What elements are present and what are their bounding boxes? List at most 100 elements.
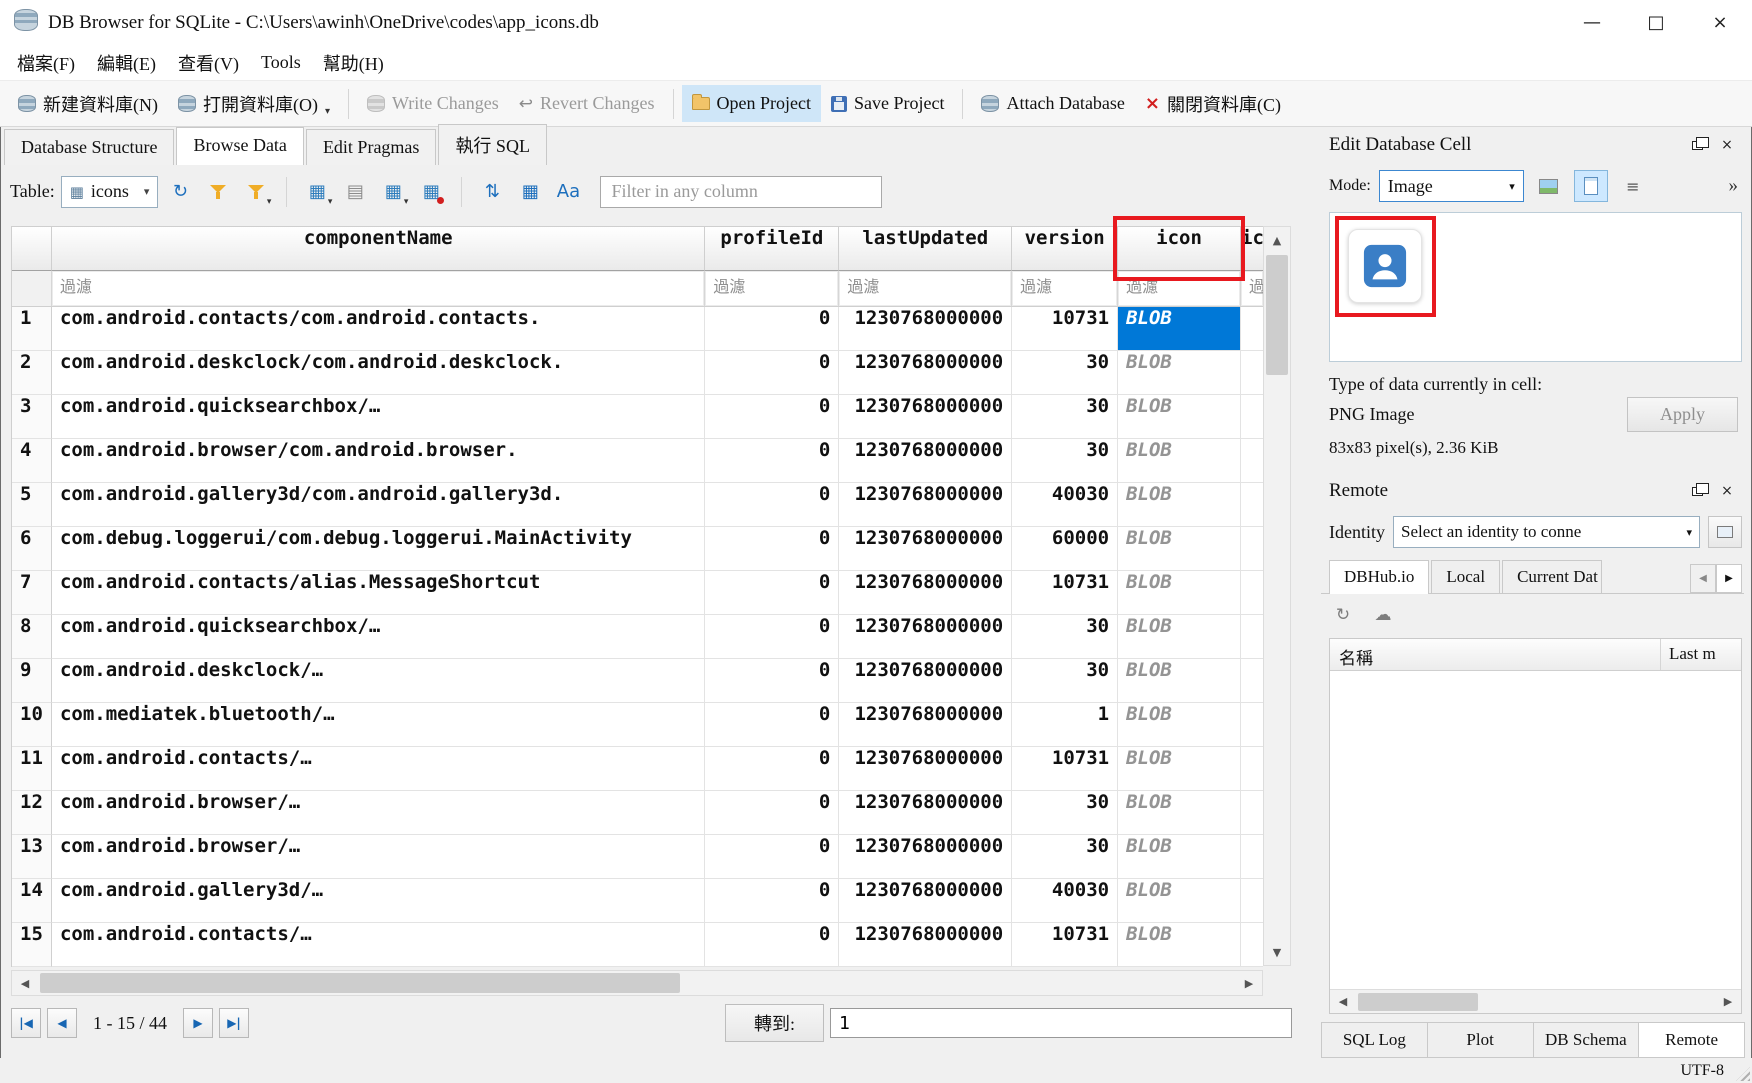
cell-icon-blob[interactable]: BLOB [1118, 307, 1241, 351]
cell-partial[interactable] [1241, 615, 1263, 659]
grid-vertical-scrollbar[interactable]: ▲ ▼ [1263, 226, 1291, 966]
cell-version[interactable]: 30 [1012, 659, 1118, 703]
cell-lastupdated[interactable]: 1230768000000 [839, 351, 1012, 395]
column-header-version[interactable]: version [1012, 227, 1118, 271]
close-button[interactable]: × [1688, 0, 1752, 45]
row-number-cell[interactable]: 11 [12, 747, 52, 791]
undock-panel-button[interactable] [1682, 478, 1712, 504]
identity-select[interactable]: Select an identity to conne ▾ [1393, 516, 1700, 548]
cell-icon-blob[interactable]: BLOB [1118, 571, 1241, 615]
print-button[interactable]: ▤ [339, 177, 371, 207]
cell-icon-blob[interactable]: BLOB [1118, 879, 1241, 923]
cell-icon-blob[interactable]: BLOB [1118, 835, 1241, 879]
cell-version[interactable]: 30 [1012, 835, 1118, 879]
remote-tab-local[interactable]: Local [1431, 560, 1500, 593]
maximize-button[interactable]: □ [1624, 0, 1688, 45]
cell-icon-blob[interactable]: BLOB [1118, 483, 1241, 527]
scroll-left-icon[interactable]: ◀ [12, 970, 38, 996]
cell-version[interactable]: 40030 [1012, 483, 1118, 527]
insert-record-button[interactable]: ▦ ▾ [301, 177, 333, 207]
cell-componentname[interactable]: com.mediatek.bluetooth/… [52, 703, 705, 747]
tab-database-structure[interactable]: Database Structure [4, 129, 174, 165]
cell-partial[interactable] [1241, 879, 1263, 923]
tab-scroll-left-button[interactable]: ◀ [1690, 564, 1716, 593]
table-select[interactable]: ▦ icons ▾ [61, 176, 159, 208]
cell-profileid[interactable]: 0 [705, 571, 839, 615]
cell-version[interactable]: 30 [1012, 351, 1118, 395]
undock-panel-button[interactable] [1682, 132, 1712, 158]
cell-lastupdated[interactable]: 1230768000000 [839, 879, 1012, 923]
filter-input-componentname[interactable]: 過濾 [52, 271, 705, 307]
row-number-cell[interactable]: 6 [12, 527, 52, 571]
filter-input-version[interactable]: 過濾 [1012, 271, 1118, 307]
close-panel-button[interactable]: × [1712, 478, 1742, 504]
row-number-cell[interactable]: 7 [12, 571, 52, 615]
cell-lastupdated[interactable]: 1230768000000 [839, 527, 1012, 571]
scroll-up-icon[interactable]: ▲ [1264, 227, 1290, 253]
cell-lastupdated[interactable]: 1230768000000 [839, 923, 1012, 967]
close-database-button[interactable]: × 關閉資料庫(C) [1135, 83, 1291, 125]
row-number-cell[interactable]: 5 [12, 483, 52, 527]
import-identity-button[interactable] [1708, 516, 1742, 548]
cell-componentname[interactable]: com.android.deskclock/com.android.deskcl… [52, 351, 705, 395]
cell-icon-blob[interactable]: BLOB [1118, 615, 1241, 659]
cell-profileid[interactable]: 0 [705, 615, 839, 659]
cell-icon-blob[interactable]: BLOB [1118, 923, 1241, 967]
refresh-button[interactable]: ↻ [164, 177, 196, 207]
goto-button[interactable]: 轉到: [725, 1004, 824, 1042]
cell-version[interactable]: 30 [1012, 791, 1118, 835]
cell-componentname[interactable]: com.android.quicksearchbox/… [52, 615, 705, 659]
cell-profileid[interactable]: 0 [705, 747, 839, 791]
cell-profileid[interactable]: 0 [705, 483, 839, 527]
cell-componentname[interactable]: com.android.quicksearchbox/… [52, 395, 705, 439]
cell-lastupdated[interactable]: 1230768000000 [839, 703, 1012, 747]
row-number-cell[interactable]: 8 [12, 615, 52, 659]
dock-tab-db-schema[interactable]: DB Schema [1533, 1022, 1640, 1058]
cell-version[interactable]: 1 [1012, 703, 1118, 747]
cell-lastupdated[interactable]: 1230768000000 [839, 835, 1012, 879]
toolbar-overflow-button[interactable]: » [1729, 175, 1743, 197]
image-mode-button[interactable] [1532, 170, 1566, 202]
column-header-icon[interactable]: icon [1118, 227, 1241, 271]
goto-record-input[interactable] [830, 1008, 1292, 1038]
cell-version[interactable]: 10731 [1012, 571, 1118, 615]
cell-profileid[interactable]: 0 [705, 439, 839, 483]
cell-partial[interactable] [1241, 703, 1263, 747]
cell-image-preview[interactable] [1329, 212, 1742, 362]
cell-version[interactable]: 10731 [1012, 307, 1118, 351]
cell-icon-blob[interactable]: BLOB [1118, 747, 1241, 791]
dock-tab-plot[interactable]: Plot [1427, 1022, 1534, 1058]
tab-browse-data[interactable]: Browse Data [176, 127, 303, 165]
cell-version[interactable]: 30 [1012, 439, 1118, 483]
previous-record-button[interactable]: ◀ [47, 1008, 77, 1038]
open-database-button[interactable]: 打開資料庫(O) ▾ [168, 83, 340, 125]
scroll-right-icon[interactable]: ▶ [1236, 970, 1262, 996]
cell-version[interactable]: 30 [1012, 395, 1118, 439]
cell-profileid[interactable]: 0 [705, 307, 839, 351]
cell-partial[interactable] [1241, 659, 1263, 703]
clear-filters-button[interactable] [202, 177, 234, 207]
row-number-cell[interactable]: 3 [12, 395, 52, 439]
remote-refresh-button[interactable]: ↻ [1329, 602, 1357, 628]
cell-profileid[interactable]: 0 [705, 659, 839, 703]
cell-profileid[interactable]: 0 [705, 879, 839, 923]
cell-profileid[interactable]: 0 [705, 395, 839, 439]
remote-tab-current-database[interactable]: Current Dat [1502, 560, 1602, 593]
apply-button[interactable]: Apply [1627, 397, 1738, 432]
remote-list-header-lastmodified[interactable]: Last m [1661, 639, 1741, 670]
row-number-cell[interactable]: 4 [12, 439, 52, 483]
cell-lastupdated[interactable]: 1230768000000 [839, 791, 1012, 835]
cell-partial[interactable] [1241, 439, 1263, 483]
filter-input-icon[interactable]: 過濾 [1118, 271, 1241, 307]
dock-tab-sql-log[interactable]: SQL Log [1321, 1022, 1428, 1058]
cell-profileid[interactable]: 0 [705, 703, 839, 747]
cell-icon-blob[interactable]: BLOB [1118, 659, 1241, 703]
vertical-scrollbar-thumb[interactable] [1266, 255, 1288, 375]
cell-version[interactable]: 60000 [1012, 527, 1118, 571]
cell-icon-blob[interactable]: BLOB [1118, 527, 1241, 571]
menu-item[interactable]: 幫助(H) [312, 46, 395, 80]
row-number-cell[interactable]: 2 [12, 351, 52, 395]
attach-database-button[interactable]: Attach Database [971, 85, 1134, 122]
cell-partial[interactable] [1241, 527, 1263, 571]
column-header-profileid[interactable]: profileId [705, 227, 839, 271]
